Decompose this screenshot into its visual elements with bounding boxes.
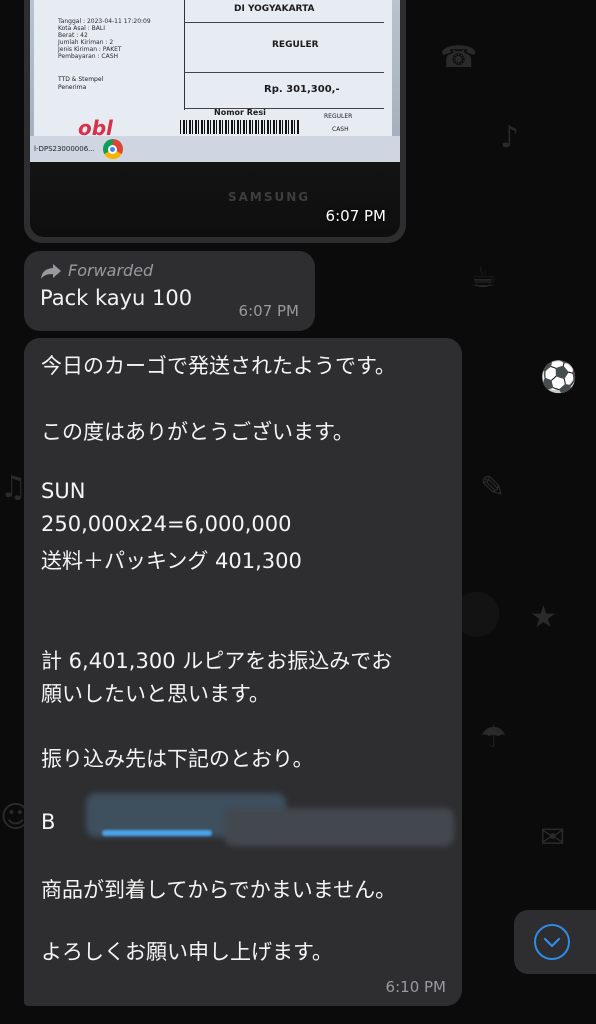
receipt-service: REGULER [272, 40, 319, 50]
monitor-brand-logo: SAMSUNG [228, 190, 311, 204]
receipt-details: Tanggal : 2023-04-11 17:20:09 Kota Asal … [58, 18, 168, 60]
wallpaper-doodle: ✎ [480, 470, 506, 505]
message-timestamp: 6:07 PM [238, 302, 299, 320]
receipt-signature-area: TTD & Stempel Penerima [58, 76, 103, 92]
wallpaper-doodle: ♫ [0, 470, 27, 505]
wallpaper-doodle: ♪ [500, 120, 520, 155]
message-timestamp: 6:07 PM [325, 207, 386, 225]
receipt-destination: DI YOGYAKARTA [234, 4, 315, 14]
message-line: SUN [41, 479, 86, 503]
taskbar-text: l-DPS23000006... [34, 145, 95, 153]
receipt-service-small: REGULER [324, 113, 353, 120]
message-line: 願いしたいと思います。 [41, 682, 270, 706]
forwarded-header: Forwarded [40, 261, 299, 280]
shipping-receipt: Tanggal : 2023-04-11 17:20:09 Kota Asal … [34, 0, 392, 142]
barcode [180, 120, 300, 134]
wallpaper-doodle: ⚽ [540, 360, 578, 395]
message-line: B [41, 810, 56, 834]
receipt-divider [184, 72, 384, 73]
forwarded-message-bubble[interactable]: Forwarded Pack kayu 100 6:07 PM [24, 251, 315, 331]
message-line: 250,000x24=6,000,000 [41, 512, 292, 536]
wallpaper-doodle: ☕ [470, 260, 497, 295]
receipt-ttd-label: TTD & Stempel [58, 76, 104, 83]
wallpaper-doodle: ★ [530, 600, 557, 635]
wallpaper-doodle: ☂ [480, 720, 507, 755]
receipt-detail: Kota Asal : BALI [58, 25, 105, 32]
receipt-resi-label: Nomor Resi [214, 108, 266, 117]
scroll-to-bottom-button[interactable] [514, 910, 596, 974]
receipt-detail: Jenis Kiriman : PAKET [58, 46, 122, 53]
windows-taskbar: l-DPS23000006... [30, 136, 400, 162]
wallpaper-doodle: ☎ [440, 40, 478, 75]
forwarded-label: Forwarded [68, 261, 154, 280]
receipt-detail: Pembayaran : CASH [58, 53, 119, 60]
message-line: よろしくお願い申し上げます。 [41, 940, 333, 964]
redacted-account-info [224, 808, 454, 846]
receipt-detail: Tanggal : 2023-04-11 17:20:09 [58, 18, 151, 25]
receipt-photo[interactable]: Tanggal : 2023-04-11 17:20:09 Kota Asal … [30, 0, 400, 237]
chat-view: ☎ ♪ ☕ ⚽ ✎ ★ ☂ ✉ ♫ ☺ Tanggal : 2023-04-11… [0, 0, 596, 1024]
message-line: 今日のカーゴで発送されたようです。 [41, 354, 396, 378]
redacted-link [102, 830, 212, 836]
message-timestamp: 6:10 PM [385, 978, 446, 996]
receipt-detail: Berat : 42 [58, 32, 88, 39]
chrome-icon [102, 139, 123, 159]
message-line: 送料＋パッキング 401,300 [41, 549, 302, 573]
receipt-divider [184, 0, 185, 110]
message-line: 振り込み先は下記のとおり。 [41, 747, 314, 771]
chevron-down-icon [534, 924, 570, 960]
receipt-receiver-label: Penerima [58, 84, 87, 91]
receipt-detail: Jumlah Kiriman : 2 [58, 39, 114, 46]
receipt-divider [184, 22, 384, 23]
text-message-bubble[interactable]: 今日のカーゴで発送されたようです。 この度はありがとうございます。 SUN 25… [24, 338, 462, 1006]
image-message-bubble[interactable]: Tanggal : 2023-04-11 17:20:09 Kota Asal … [24, 0, 406, 243]
message-line: この度はありがとうございます。 [41, 420, 354, 444]
forward-arrow-icon [41, 263, 61, 279]
message-line: 計 6,401,300 ルピアをお振込みでお [41, 649, 393, 673]
message-line: 商品が到着してからでかまいません。 [41, 878, 397, 902]
receipt-price: Rp. 301,300,- [264, 84, 340, 95]
wallpaper-doodle: ✉ [540, 820, 566, 855]
receipt-payment-small: CASH [332, 126, 349, 133]
